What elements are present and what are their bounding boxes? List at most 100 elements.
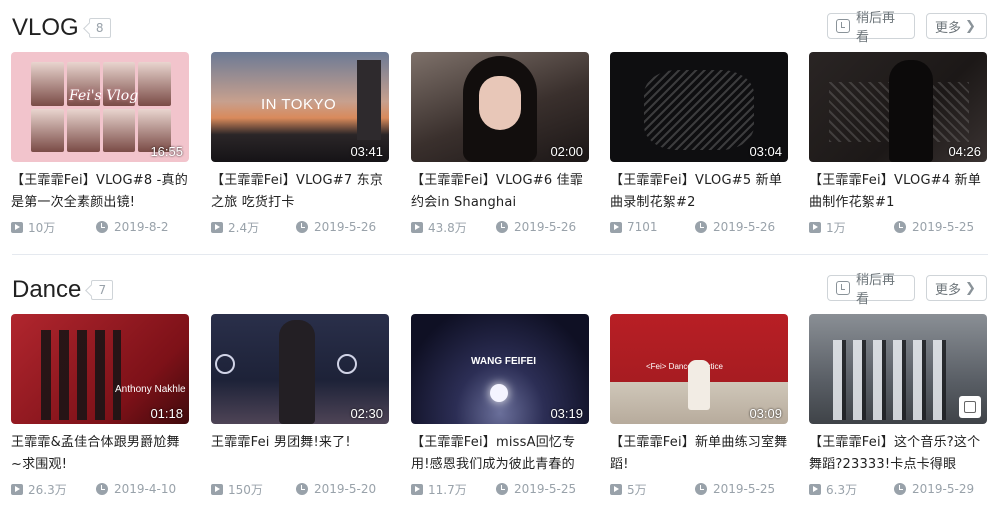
video-card[interactable]: 02:00 【王霏霏Fei】VLOG#6 佳霏约会in Shanghai 43.… xyxy=(411,52,589,236)
play-count: 2.4万 xyxy=(228,220,260,235)
video-title[interactable]: 王霏霏&孟佳合体跟男爵尬舞~求围观! xyxy=(11,432,189,476)
play-count-icon xyxy=(211,221,223,233)
video-meta: 7101 2019-5-26 xyxy=(610,218,788,236)
video-thumbnail[interactable]: WANG FEIFEI 03:19 xyxy=(411,314,589,424)
chevron-right-icon: ❯ xyxy=(965,280,976,296)
video-duration: 03:04 xyxy=(749,144,782,159)
clock-icon xyxy=(296,221,308,233)
clock-icon xyxy=(496,221,508,233)
play-count: 7101 xyxy=(627,220,658,234)
play-count: 43.8万 xyxy=(428,220,467,235)
section-vlog: VLOG 8 稍后再看 更多 ❯ Fei's Vlog 16:55 【王霏霏Fe… xyxy=(0,0,1000,262)
more-label: 更多 xyxy=(935,282,962,298)
section-divider xyxy=(12,254,988,255)
watch-later-all-button[interactable]: 稍后再看 xyxy=(827,273,915,307)
clock-icon xyxy=(296,483,308,495)
section-title[interactable]: Dance xyxy=(12,276,81,304)
play-count: 26.3万 xyxy=(28,482,67,497)
watch-later-all-button[interactable]: 稍后再看 xyxy=(827,11,915,45)
clock-icon xyxy=(96,221,108,233)
video-title[interactable]: 【王霏霏Fei】VLOG#4 新单曲制作花絮#1 xyxy=(809,170,987,214)
video-title[interactable]: 【王霏霏Fei】missA回忆专用!感恩我们成为彼此青春的 xyxy=(411,432,589,476)
video-card[interactable]: 04:26 【王霏霏Fei】VLOG#4 新单曲制作花絮#1 1万 2019-5… xyxy=(809,52,987,236)
video-title[interactable]: 【王霏霏Fei】VLOG#8 -真的是第一次全素颜出镜! xyxy=(11,170,189,214)
play-count-icon xyxy=(411,483,423,495)
video-card[interactable]: Anthony Nakhle 01:18 王霏霏&孟佳合体跟男爵尬舞~求围观! … xyxy=(11,314,189,498)
thumbnail-art xyxy=(479,76,521,130)
thumbnail-art xyxy=(279,320,315,424)
video-thumbnail[interactable]: 02:00 xyxy=(411,52,589,162)
upload-date: 2019-5-25 xyxy=(514,482,577,496)
video-card[interactable]: IN TOKYO 03:41 【王霏霏Fei】VLOG#7 东京之旅 吃货打卡 … xyxy=(211,52,389,236)
video-title[interactable]: 【王霏霏Fei】VLOG#5 新单曲录制花絮#2 xyxy=(610,170,788,214)
upload-date: 2019-5-26 xyxy=(314,220,377,234)
clock-icon xyxy=(695,221,707,233)
thumbnail-caption: Anthony Nakhle xyxy=(115,384,186,395)
video-duration: 03:19 xyxy=(550,406,583,421)
video-thumbnail[interactable] xyxy=(809,314,987,424)
storm-logo-icon xyxy=(337,354,357,374)
play-count: 6.3万 xyxy=(826,482,858,497)
more-button[interactable]: 更多 ❯ xyxy=(926,275,987,301)
play-count: 10万 xyxy=(28,220,56,235)
upload-date: 2019-5-29 xyxy=(912,482,975,496)
upload-date: 2019-5-25 xyxy=(713,482,776,496)
video-thumbnail[interactable]: IN TOKYO 03:41 xyxy=(211,52,389,162)
video-duration: 02:00 xyxy=(550,144,583,159)
play-count-icon xyxy=(411,221,423,233)
upload-date: 2019-5-20 xyxy=(314,482,377,496)
upload-date: 2019-8-2 xyxy=(114,220,169,234)
clock-icon xyxy=(96,483,108,495)
storm-logo-icon xyxy=(215,354,235,374)
play-count: 5万 xyxy=(627,482,647,497)
video-thumbnail[interactable]: 04:26 xyxy=(809,52,987,162)
upload-date: 2019-5-26 xyxy=(713,220,776,234)
upload-date: 2019-5-26 xyxy=(514,220,577,234)
watch-later-label: 稍后再看 xyxy=(856,273,896,307)
video-duration: 04:26 xyxy=(948,144,981,159)
play-count-icon xyxy=(211,483,223,495)
video-duration: 02:30 xyxy=(350,406,383,421)
play-count: 11.7万 xyxy=(428,482,467,497)
clock-icon xyxy=(695,483,707,495)
watch-later-icon xyxy=(836,281,850,295)
thumbnail-caption: Fei's Vlog xyxy=(69,88,139,104)
video-card[interactable]: Fei's Vlog 16:55 【王霏霏Fei】VLOG#8 -真的是第一次全… xyxy=(11,52,189,236)
play-count-icon xyxy=(610,483,622,495)
clock-icon xyxy=(496,483,508,495)
more-label: 更多 xyxy=(935,20,962,36)
video-title[interactable]: 【王霏霏Fei】新单曲练习室舞蹈! xyxy=(610,432,788,476)
video-thumbnail[interactable]: 03:04 xyxy=(610,52,788,162)
section-title[interactable]: VLOG xyxy=(12,14,79,42)
video-count-badge: 7 xyxy=(91,280,114,300)
play-count-icon xyxy=(610,221,622,233)
video-card[interactable]: 【王霏霏Fei】这个音乐?这个舞蹈?23333!卡点卡得眼 6.3万 2019-… xyxy=(809,314,987,498)
video-title[interactable]: 【王霏霏Fei】VLOG#7 东京之旅 吃货打卡 xyxy=(211,170,389,214)
video-duration: 01:18 xyxy=(150,406,183,421)
video-card[interactable]: 03:04 【王霏霏Fei】VLOG#5 新单曲录制花絮#2 7101 2019… xyxy=(610,52,788,236)
play-count-icon xyxy=(809,483,821,495)
play-count: 1万 xyxy=(826,220,846,235)
more-button[interactable]: 更多 ❯ xyxy=(926,13,987,39)
thumbnail-art xyxy=(644,70,754,150)
section-dance: Dance 7 稍后再看 更多 ❯ Anthony Nakhle 01:18 王… xyxy=(0,262,1000,523)
play-count-icon xyxy=(809,221,821,233)
watch-later-icon[interactable] xyxy=(959,396,981,418)
video-meta: 1万 2019-5-25 xyxy=(809,218,987,236)
video-thumbnail[interactable]: Fei's Vlog 16:55 xyxy=(11,52,189,162)
video-thumbnail[interactable]: 02:30 xyxy=(211,314,389,424)
video-title[interactable]: 【王霏霏Fei】这个音乐?这个舞蹈?23333!卡点卡得眼 xyxy=(809,432,987,476)
thumbnail-art xyxy=(490,384,508,402)
video-title[interactable]: 王霏霏Fei 男团舞!来了! xyxy=(211,432,389,476)
video-card[interactable]: <Fei> Dance Practice 03:09 【王霏霏Fei】新单曲练习… xyxy=(610,314,788,498)
thumbnail-caption: WANG FEIFEI xyxy=(471,356,536,367)
video-thumbnail[interactable]: <Fei> Dance Practice 03:09 xyxy=(610,314,788,424)
video-count-badge: 8 xyxy=(88,18,111,38)
video-duration: 03:09 xyxy=(749,406,782,421)
video-thumbnail[interactable]: Anthony Nakhle 01:18 xyxy=(11,314,189,424)
video-title[interactable]: 【王霏霏Fei】VLOG#6 佳霏约会in Shanghai xyxy=(411,170,589,214)
video-card[interactable]: WANG FEIFEI 03:19 【王霏霏Fei】missA回忆专用!感恩我们… xyxy=(411,314,589,498)
video-card[interactable]: 02:30 王霏霏Fei 男团舞!来了! 150万 2019-5-20 xyxy=(211,314,389,498)
video-meta: 150万 2019-5-20 xyxy=(211,480,389,498)
play-count: 150万 xyxy=(228,482,263,497)
